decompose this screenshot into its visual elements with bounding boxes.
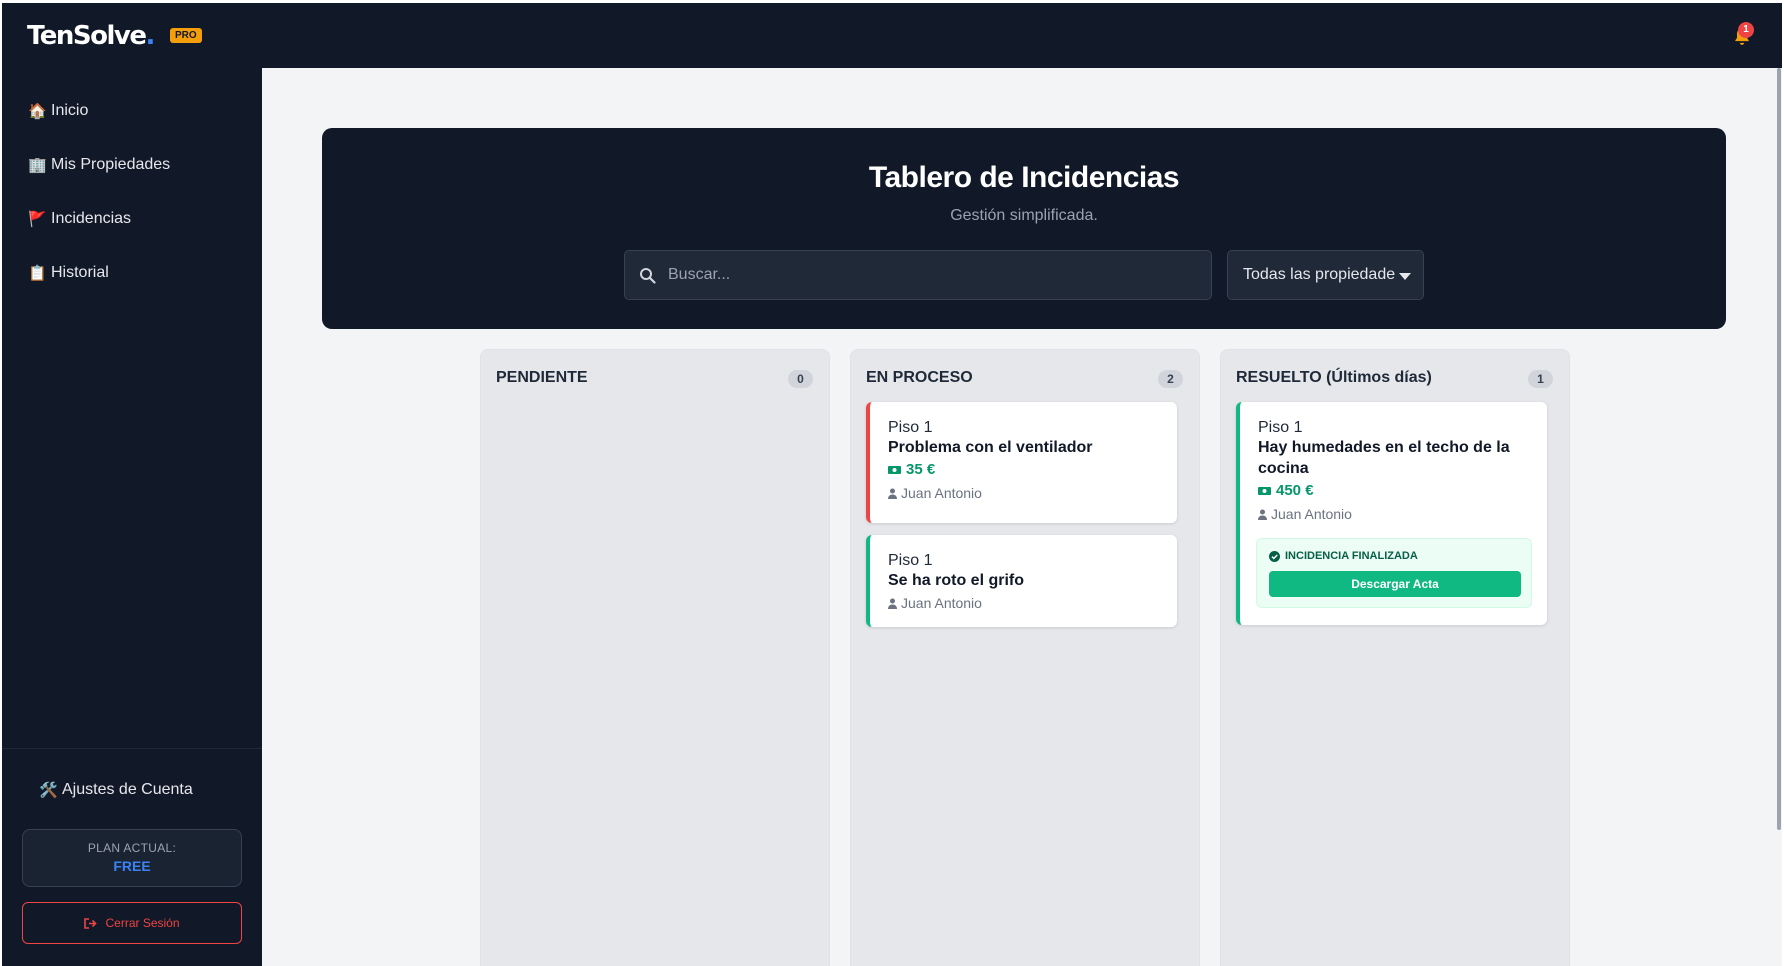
account-settings-link[interactable]: 🛠️ Ajustes de Cuenta: [39, 781, 193, 799]
plan-value: FREE: [113, 858, 151, 874]
search-input[interactable]: [668, 266, 1188, 284]
property-filter-value: Todas las propiedade: [1243, 266, 1396, 283]
user-icon: [1258, 509, 1267, 520]
column-pendiente: PENDIENTE 0: [480, 349, 830, 966]
card-user: Juan Antonio: [888, 592, 1159, 614]
check-circle-icon: [1269, 550, 1280, 562]
sidebar-divider: [2, 748, 262, 749]
download-acta-button[interactable]: Descargar Acta: [1269, 571, 1521, 597]
card-property: Piso 1: [888, 552, 933, 569]
sidebar-item-label: Historial: [51, 264, 109, 281]
current-plan-box: PLAN ACTUAL: FREE: [22, 829, 242, 887]
card-cost: 35 €: [888, 459, 1159, 481]
page-title: Tablero de Incidencias: [868, 161, 1180, 194]
user-icon: [888, 488, 897, 499]
card-property: Piso 1: [888, 419, 933, 436]
column-title: RESUELTO (Últimos días): [1236, 369, 1432, 386]
house-icon: 🏠: [28, 103, 47, 120]
sidebar-item-label: Mis Propiedades: [51, 156, 171, 173]
card-user-name: Juan Antonio: [901, 485, 982, 501]
page-subtitle: Gestión simplificada.: [950, 207, 1098, 224]
finalized-label: INCIDENCIA FINALIZADA: [1269, 550, 1418, 562]
tools-icon: 🛠️: [39, 782, 58, 799]
card-title: Hay humedades en el techo de la cocina: [1258, 439, 1510, 477]
logout-label: Cerrar Sesión: [105, 916, 180, 930]
sidebar-item-label: Inicio: [51, 102, 89, 119]
incident-card[interactable]: Piso 1 Hay humedades en el techo de la c…: [1236, 402, 1547, 625]
card-property: Piso 1: [1258, 419, 1303, 436]
column-title: PENDIENTE: [496, 369, 588, 386]
money-icon: [1258, 487, 1271, 495]
card-cost: 450 €: [1258, 480, 1529, 502]
column-count-badge: 2: [1158, 370, 1183, 388]
card-title: Problema con el ventilador: [888, 439, 1093, 456]
column-en-proceso: EN PROCESO 2 Piso 1 Problema con el vent…: [850, 349, 1200, 966]
app-window: TenSolve. PRO 1 🏠 Inicio 🏢 Mis Propiedad…: [2, 3, 1782, 966]
incident-card[interactable]: Piso 1 Problema con el ventilador 35 € J…: [866, 402, 1177, 523]
card-user-name: Juan Antonio: [1271, 506, 1352, 522]
building-icon: 🏢: [28, 157, 47, 174]
money-icon: [888, 466, 901, 474]
sidebar-item-inicio[interactable]: 🏠 Inicio: [28, 102, 88, 120]
finalized-text: INCIDENCIA FINALIZADA: [1285, 550, 1418, 562]
search-box[interactable]: [624, 250, 1212, 300]
column-count-badge: 0: [788, 370, 813, 388]
clipboard-icon: 📋: [28, 265, 47, 282]
logo[interactable]: TenSolve.: [27, 21, 156, 51]
card-cost-value: 450 €: [1276, 482, 1314, 499]
sidebar-item-label: Incidencias: [51, 210, 132, 227]
property-filter-select[interactable]: Todas las propiedade: [1227, 250, 1424, 300]
column-count-badge: 1: [1528, 370, 1553, 388]
logo-dot: .: [145, 21, 156, 51]
chevron-down-icon: [1399, 272, 1412, 280]
search-icon: [640, 267, 656, 284]
logout-button[interactable]: Cerrar Sesión: [22, 902, 242, 944]
logo-text: TenSolve: [27, 21, 147, 51]
pro-badge: PRO: [170, 28, 202, 43]
notification-count-badge: 1: [1738, 22, 1754, 38]
column-title: EN PROCESO: [866, 369, 973, 386]
plan-label: PLAN ACTUAL:: [87, 841, 177, 855]
column-resuelto: RESUELTO (Últimos días) 1 Piso 1 Hay hum…: [1220, 349, 1570, 966]
sidebar-item-historial[interactable]: 📋 Historial: [28, 264, 109, 282]
card-cost-value: 35 €: [906, 461, 936, 478]
card-user: Juan Antonio: [888, 482, 1159, 504]
sidebar: 🏠 Inicio 🏢 Mis Propiedades 🚩 Incidencias…: [2, 68, 262, 966]
user-icon: [888, 598, 897, 609]
card-user: Juan Antonio: [1258, 503, 1529, 525]
finalized-box: INCIDENCIA FINALIZADA Descargar Acta: [1256, 538, 1532, 608]
flag-icon: 🚩: [28, 211, 47, 228]
top-bar: TenSolve. PRO 1: [2, 3, 1782, 68]
sidebar-item-mis-propiedades[interactable]: 🏢 Mis Propiedades: [28, 156, 170, 174]
sign-out-icon: [84, 917, 98, 929]
card-title: Se ha roto el grifo: [888, 572, 1025, 589]
card-user-name: Juan Antonio: [901, 595, 982, 611]
sidebar-item-incidencias[interactable]: 🚩 Incidencias: [28, 210, 131, 228]
incident-card[interactable]: Piso 1 Se ha roto el grifo Juan Antonio: [866, 535, 1177, 627]
account-settings-label: Ajustes de Cuenta: [62, 781, 193, 798]
scrollbar[interactable]: [1777, 68, 1781, 830]
board-header: Tablero de Incidencias Gestión simplific…: [322, 128, 1726, 329]
